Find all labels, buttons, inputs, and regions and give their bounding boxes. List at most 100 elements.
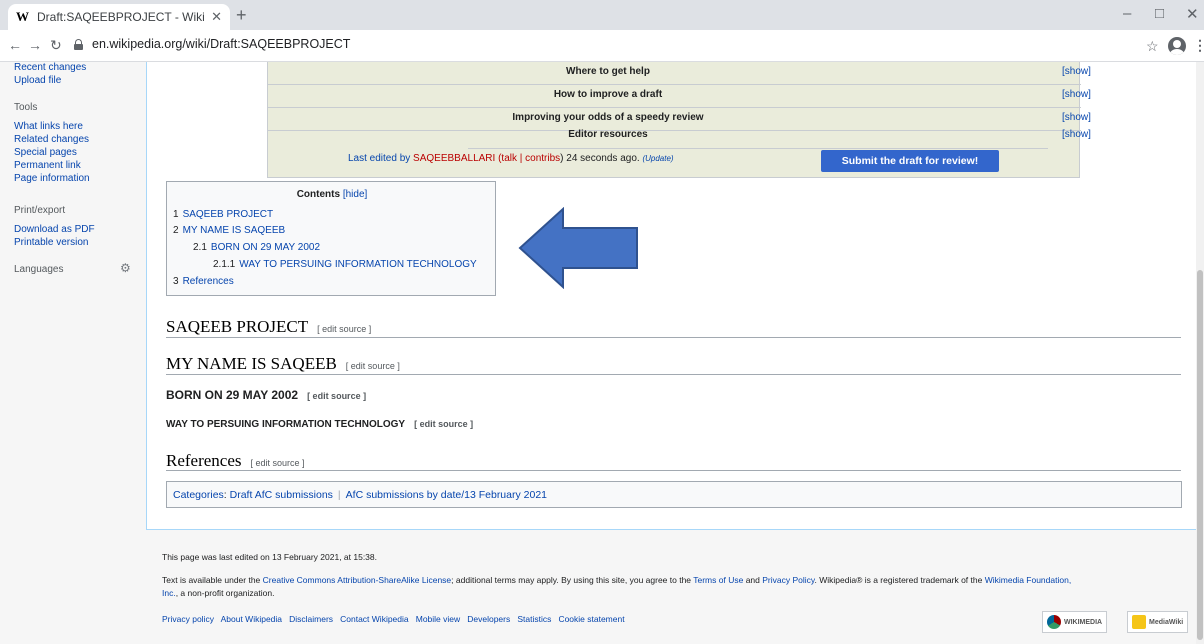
- sidebar-item-download-pdf[interactable]: Download as PDF: [14, 224, 95, 235]
- heading-text: WAY TO PERSUING INFORMATION TECHNOLOGY: [166, 419, 406, 430]
- toc-entry[interactable]: 2 MY NAME IS SAQEEB: [173, 225, 285, 236]
- afc-show-link[interactable]: [show]: [1062, 66, 1091, 77]
- menu-kebab-icon[interactable]: ⋮: [1193, 37, 1204, 54]
- heading-text: BORN ON 29 MAY 2002: [166, 388, 299, 402]
- license-text: Text is available under the: [162, 575, 263, 585]
- categories-box: Categories: Draft AfC submissions | AfC su…: [166, 481, 1182, 508]
- sidebar-item-recent-changes[interactable]: Recent changes: [14, 62, 86, 73]
- afc-row-title: Improving your odds of a speedy review: [512, 112, 704, 123]
- footer-link-privacy[interactable]: Privacy policy: [162, 614, 214, 624]
- sidebar-heading-languages: Languages: [14, 264, 64, 275]
- edit-source-link[interactable]: [ edit source ]: [307, 391, 366, 401]
- tab-close-icon[interactable]: ✕: [211, 9, 222, 25]
- talk-link[interactable]: talk: [501, 153, 517, 164]
- afc-row-title: Where to get help: [566, 66, 650, 77]
- toc-link[interactable]: BORN ON 29 MAY 2002: [211, 242, 320, 253]
- toc-link[interactable]: SAQEEB PROJECT: [183, 209, 274, 220]
- footer-link-contact[interactable]: Contact Wikipedia: [340, 614, 409, 624]
- footer-link-cookie-statement[interactable]: Cookie statement: [558, 614, 624, 624]
- section-heading-saqeeb-project: SAQEEB PROJECT [ edit source ]: [166, 317, 371, 337]
- sidebar-item-related-changes[interactable]: Related changes: [14, 134, 89, 145]
- section-heading-way-to-it: WAY TO PERSUING INFORMATION TECHNOLOGY [ …: [166, 419, 473, 430]
- category-link[interactable]: AfC submissions by date/13 February 2021: [346, 489, 547, 501]
- heading-text: References: [166, 451, 242, 470]
- sidebar-item-special-pages[interactable]: Special pages: [14, 147, 77, 158]
- wikimedia-logo-icon: [1047, 615, 1061, 629]
- footer-license-line-2: Inc., a non-profit organization.: [162, 588, 274, 598]
- footer-license-line: Text is available under the Creative Com…: [162, 575, 1071, 585]
- footer-link-statistics[interactable]: Statistics: [517, 614, 551, 624]
- update-link[interactable]: (Update): [642, 154, 673, 163]
- submit-draft-button[interactable]: Submit the draft for review!: [821, 150, 999, 172]
- pipe-sep: |: [516, 153, 526, 164]
- toc-link[interactable]: WAY TO PERSUING INFORMATION TECHNOLOGY: [239, 259, 476, 270]
- footer-link-mobile-view[interactable]: Mobile view: [416, 614, 460, 624]
- footer-link-developers[interactable]: Developers: [467, 614, 510, 624]
- address-bar[interactable]: en.wikipedia.org/wiki/Draft:SAQEEBPROJEC…: [92, 37, 350, 51]
- powered-by-mediawiki-badge[interactable]: MediaWiki: [1127, 611, 1189, 633]
- window-close-icon[interactable]: ✕: [1186, 5, 1199, 23]
- terms-of-use-link[interactable]: Terms of Use: [693, 575, 743, 585]
- toc-heading: Contents: [296, 189, 341, 200]
- wikimedia-foundation-link[interactable]: Wikimedia Foundation,: [985, 575, 1071, 585]
- forward-icon[interactable]: →: [28, 37, 42, 53]
- category-separator: |: [337, 489, 341, 501]
- wikimedia-foundation-inc-link[interactable]: Inc.: [162, 588, 176, 598]
- sidebar-item-what-links-here[interactable]: What links here: [14, 121, 83, 132]
- section-heading-my-name: MY NAME IS SAQEEB [ edit source ]: [166, 354, 400, 374]
- lock-icon: [74, 39, 83, 50]
- toc-link[interactable]: References: [183, 276, 234, 287]
- afc-show-link[interactable]: [show]: [1062, 129, 1091, 140]
- edit-source-link[interactable]: [ edit source ]: [346, 361, 400, 371]
- toc-entry[interactable]: 2.1 BORN ON 29 MAY 2002: [193, 242, 320, 253]
- edit-source-link[interactable]: [ edit source ]: [251, 458, 305, 468]
- privacy-policy-link[interactable]: Privacy Policy: [762, 575, 814, 585]
- toc-entry[interactable]: 2.1.1 WAY TO PERSUING INFORMATION TECHNOL…: [213, 259, 477, 270]
- new-tab-button[interactable]: +: [236, 5, 247, 26]
- sidebar-item-permanent-link[interactable]: Permanent link: [14, 160, 81, 171]
- category-link[interactable]: Draft AfC submissions: [230, 489, 333, 501]
- badge-text: MediaWiki: [1149, 618, 1184, 626]
- footer-link-about[interactable]: About Wikipedia: [221, 614, 282, 624]
- categories-label-link[interactable]: Categories: [173, 489, 224, 501]
- sidebar-item-page-information[interactable]: Page information: [14, 173, 90, 184]
- afc-show-link[interactable]: [show]: [1062, 89, 1091, 100]
- toc-hide-link[interactable]: [hide]: [343, 189, 367, 200]
- main-content: Where to get help [show] How to improve …: [146, 62, 1200, 530]
- wikimedia-project-badge[interactable]: WIKIMEDIA: [1042, 611, 1108, 633]
- reload-icon[interactable]: ↻: [50, 37, 62, 54]
- table-of-contents: Contents [hide] 1 SAQEEB PROJECT 2 MY NAME…: [166, 181, 496, 296]
- maximize-icon[interactable]: □: [1155, 5, 1164, 22]
- section-heading-born: BORN ON 29 MAY 2002 [ edit source ]: [166, 388, 366, 402]
- last-edited-line: Last edited by SAQEEBBALLARI (talk | con…: [348, 153, 674, 164]
- gear-icon[interactable]: ⚙: [120, 261, 131, 275]
- license-text: ; additional terms may apply. By using t…: [451, 575, 694, 585]
- toc-entry[interactable]: 3 References: [173, 276, 234, 287]
- toc-link[interactable]: MY NAME IS SAQEEB: [183, 225, 286, 236]
- afc-row-where-to-get-help: Where to get help [show]: [268, 62, 1091, 84]
- editor-user-link[interactable]: SAQEEBBALLARI: [413, 153, 495, 164]
- browser-tab[interactable]: W Draft:SAQEEBPROJECT - Wikiped ✕: [8, 4, 230, 30]
- afc-row-title: How to improve a draft: [553, 89, 663, 100]
- browser-tabstrip: W Draft:SAQEEBPROJECT - Wikiped ✕ + – □ …: [0, 0, 1204, 30]
- profile-avatar-icon[interactable]: [1168, 37, 1186, 55]
- heading-rule: [166, 470, 1181, 471]
- edit-source-link[interactable]: [ edit source ]: [414, 419, 473, 429]
- scrollbar-thumb[interactable]: [1197, 270, 1203, 640]
- minimize-icon[interactable]: –: [1123, 5, 1131, 22]
- afc-row-editor-resources: Editor resources [show]: [268, 123, 1091, 145]
- wikipedia-favicon-icon: W: [16, 9, 29, 24]
- toc-number: 1: [173, 209, 179, 220]
- cc-license-link[interactable]: Creative Commons Attribution-ShareAlike …: [263, 575, 452, 585]
- toc-entry[interactable]: 1 SAQEEB PROJECT: [173, 209, 273, 220]
- footer-link-disclaimers[interactable]: Disclaimers: [289, 614, 333, 624]
- footer-last-edited: This page was last edited on 13 February…: [162, 552, 377, 562]
- afc-show-link[interactable]: [show]: [1062, 112, 1091, 123]
- contribs-link[interactable]: contribs: [525, 153, 560, 164]
- back-icon[interactable]: ←: [8, 37, 22, 53]
- bookmark-star-icon[interactable]: ☆: [1146, 38, 1159, 55]
- sidebar-item-printable-version[interactable]: Printable version: [14, 237, 88, 248]
- edit-source-link[interactable]: [ edit source ]: [317, 324, 371, 334]
- sidebar-item-upload-file[interactable]: Upload file: [14, 75, 61, 86]
- heading-text: MY NAME IS SAQEEB: [166, 354, 337, 373]
